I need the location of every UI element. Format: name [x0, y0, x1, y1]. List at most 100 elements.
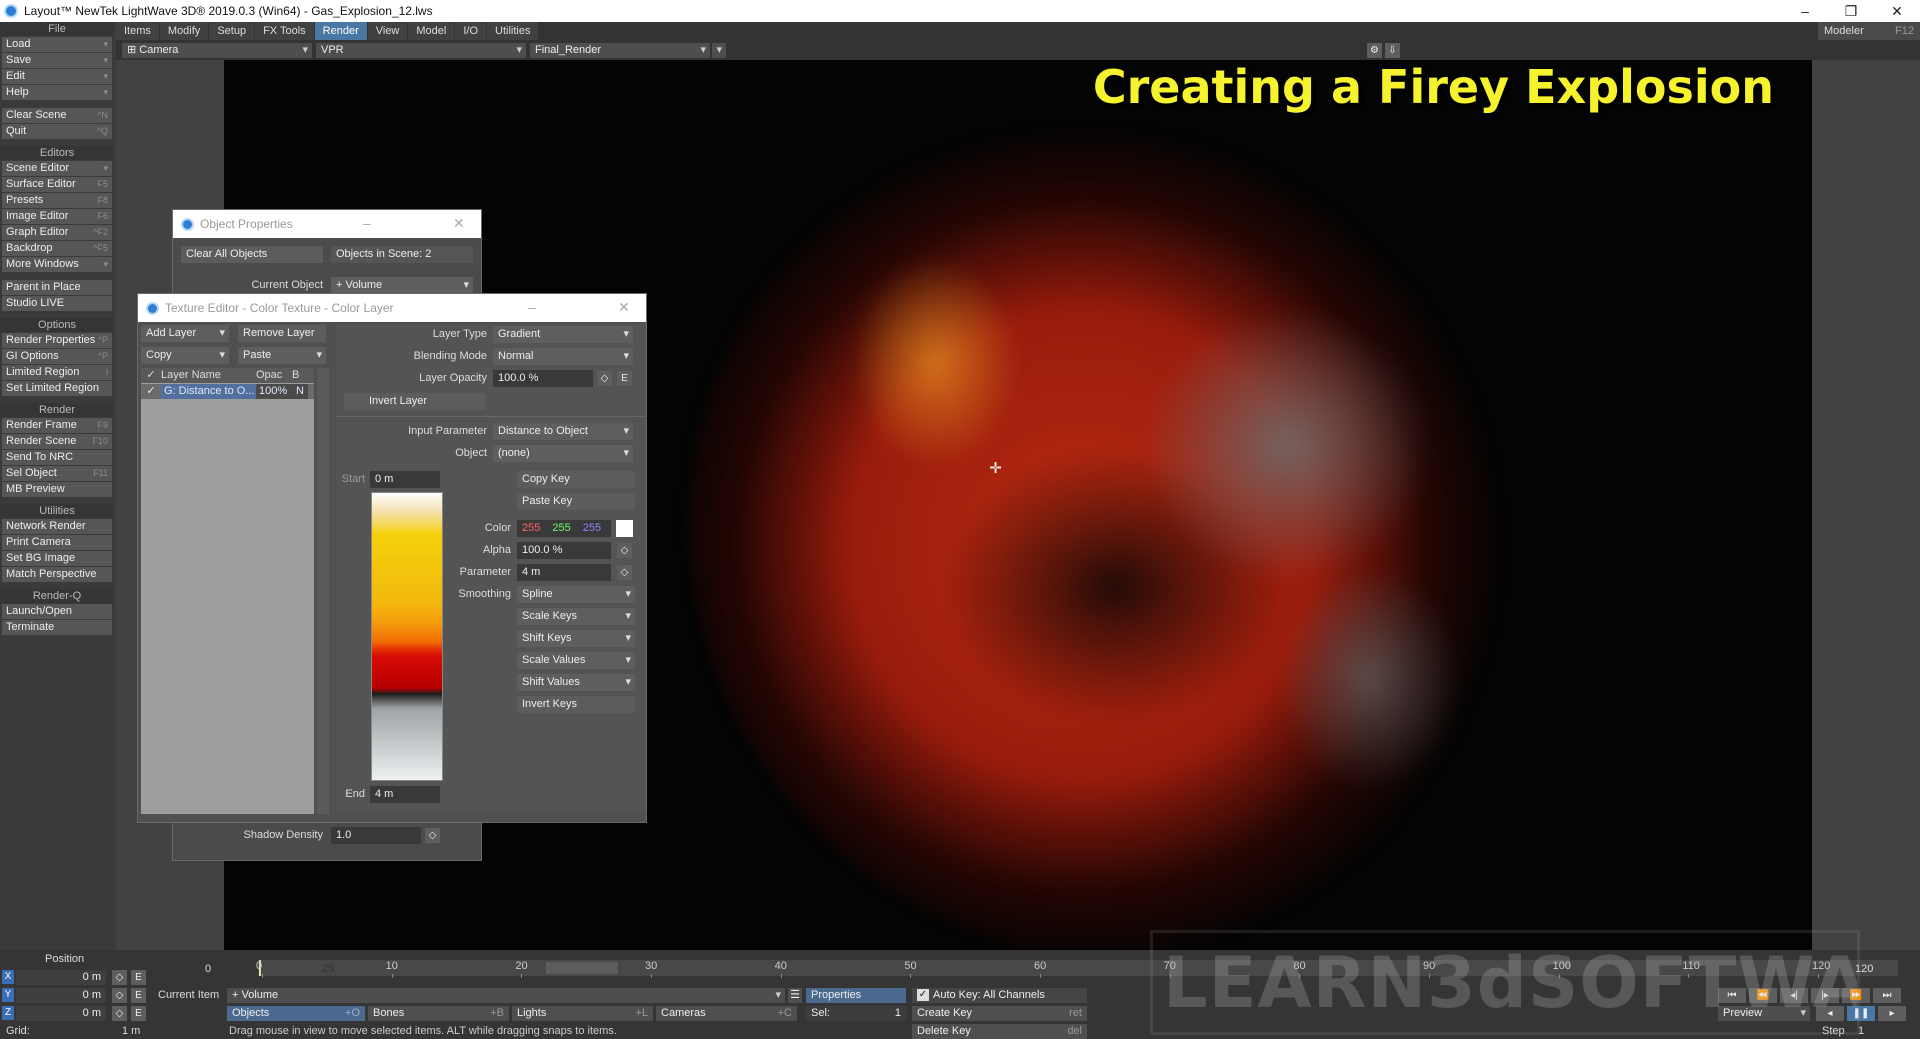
- clear-all-objects-button[interactable]: Clear All Objects: [181, 246, 323, 263]
- sidebar-item-parent-in-place[interactable]: Parent in Place: [2, 280, 112, 295]
- sidebar-item-render-properties[interactable]: Render Properties ^P: [2, 333, 112, 348]
- sidebar-item-print-camera[interactable]: Print Camera: [2, 535, 112, 550]
- sidebar-item-more-windows[interactable]: More Windows ▾: [2, 257, 112, 272]
- remove-layer-button[interactable]: Remove Layer: [238, 325, 326, 342]
- color-swatch[interactable]: [616, 520, 633, 537]
- add-layer-dropdown[interactable]: Add Layer: [141, 325, 229, 342]
- texture-editor-titlebar[interactable]: Texture Editor - Color Texture - Color L…: [138, 294, 646, 322]
- delete-key-button[interactable]: Delete Key del: [912, 1024, 1087, 1039]
- modeler-button[interactable]: Modeler F12: [1818, 22, 1920, 40]
- axis-z-field[interactable]: 0 m: [16, 1006, 106, 1021]
- table-row[interactable]: ✓ G: Distance to O... 100% N: [141, 384, 314, 399]
- minimize-icon[interactable]: –: [528, 299, 536, 315]
- current-item-dropdown[interactable]: + Volume: [227, 988, 785, 1003]
- sidebar-item-image-editor[interactable]: Image Editor F6: [2, 209, 112, 224]
- shift-values-button[interactable]: Shift Values: [517, 674, 635, 691]
- paste-key-button[interactable]: Paste Key: [517, 493, 635, 510]
- sidebar-item-gi-options[interactable]: GI Options ^P: [2, 349, 112, 364]
- envelope-e-button[interactable]: E: [131, 1006, 146, 1021]
- layer-opacity-field[interactable]: 100.0 %: [493, 370, 593, 387]
- current-object-dropdown[interactable]: + Volume: [331, 277, 473, 294]
- sidebar-item-match-perspective[interactable]: Match Perspective: [2, 567, 112, 582]
- copy-key-button[interactable]: Copy Key: [517, 471, 635, 488]
- axis-y-field[interactable]: 0 m: [16, 988, 106, 1003]
- bones-mode-button[interactable]: Bones +B: [368, 1006, 509, 1021]
- render-mode-dropdown[interactable]: VPR: [316, 42, 526, 58]
- color-field[interactable]: 255 255 255: [517, 520, 611, 537]
- axis-x-field[interactable]: 0 m: [16, 970, 106, 985]
- menu-fx-tools[interactable]: FX Tools: [255, 22, 314, 40]
- object-dropdown[interactable]: (none): [493, 445, 633, 462]
- menu-model[interactable]: Model: [408, 22, 455, 40]
- shadow-density-field[interactable]: 1.0: [331, 827, 421, 844]
- menu-setup[interactable]: Setup: [209, 22, 255, 40]
- sidebar-item-save[interactable]: Save ▾: [2, 53, 112, 68]
- envelope-icon[interactable]: ◇: [425, 828, 440, 843]
- sidebar-item-limited-region[interactable]: Limited Region l: [2, 365, 112, 380]
- envelope-icon[interactable]: ◇: [597, 371, 612, 386]
- end-field[interactable]: 4 m: [370, 786, 440, 803]
- close-button[interactable]: ✕: [1874, 0, 1920, 22]
- sidebar-item-sel-object[interactable]: Sel Object F11: [2, 466, 112, 481]
- alpha-field[interactable]: 100.0 %: [517, 542, 611, 559]
- minimize-button[interactable]: –: [1782, 0, 1828, 22]
- object-properties-titlebar[interactable]: Object Properties – ✕: [173, 210, 481, 238]
- view-type-dropdown[interactable]: ⊞ Camera: [122, 42, 312, 58]
- scale-keys-button[interactable]: Scale Keys: [517, 608, 635, 625]
- close-icon[interactable]: ✕: [453, 215, 465, 232]
- list-icon[interactable]: ☰: [788, 988, 802, 1003]
- layer-enabled-checkbox[interactable]: ✓: [141, 384, 161, 399]
- close-icon[interactable]: ✕: [618, 299, 630, 316]
- axis-x-toggle[interactable]: X: [2, 970, 14, 984]
- play-icon[interactable]: ▸: [1878, 1006, 1906, 1021]
- input-parameter-dropdown[interactable]: Distance to Object: [493, 423, 633, 440]
- sidebar-item-send-to-nrc[interactable]: Send To NRC: [2, 450, 112, 465]
- color-blue-value[interactable]: 255: [583, 520, 601, 537]
- envelope-e-button[interactable]: E: [617, 371, 632, 386]
- sidebar-item-presets[interactable]: Presets F8: [2, 193, 112, 208]
- sidebar-item-load[interactable]: Load ▾: [2, 37, 112, 52]
- layer-list[interactable]: ✓ Layer Name Opac B ✓ G: Distance to O..…: [141, 368, 314, 814]
- start-field[interactable]: 0 m: [370, 471, 440, 488]
- blending-mode-dropdown[interactable]: Normal: [493, 348, 633, 365]
- envelope-e-button[interactable]: E: [131, 988, 146, 1003]
- sidebar-item-mb-preview[interactable]: MB Preview: [2, 482, 112, 497]
- envelope-icon[interactable]: ◇: [617, 565, 632, 580]
- auto-key-checkbox[interactable]: ✓: [917, 989, 929, 1002]
- go-to-end-icon[interactable]: ⏭: [1873, 988, 1901, 1003]
- axis-y-toggle[interactable]: Y: [2, 988, 14, 1002]
- color-green-value[interactable]: 255: [552, 520, 570, 537]
- layer-list-scrollbar[interactable]: [317, 368, 329, 814]
- gear-icon[interactable]: ⚙: [1367, 43, 1382, 58]
- paste-dropdown[interactable]: Paste: [238, 347, 326, 364]
- properties-button[interactable]: Properties: [806, 988, 906, 1003]
- sidebar-item-help[interactable]: Help ▾: [2, 85, 112, 100]
- sidebar-item-network-render[interactable]: Network Render: [2, 519, 112, 534]
- save-render-icon[interactable]: ⇩: [1385, 43, 1400, 58]
- axis-z-toggle[interactable]: Z: [2, 1006, 14, 1020]
- copy-dropdown[interactable]: Copy: [141, 347, 229, 364]
- scale-values-button[interactable]: Scale Values: [517, 652, 635, 669]
- envelope-icon[interactable]: ◇: [112, 970, 127, 985]
- menu-view[interactable]: View: [367, 22, 408, 40]
- sidebar-item-launch-open[interactable]: Launch/Open: [2, 604, 112, 619]
- sidebar-item-render-scene[interactable]: Render Scene F10: [2, 434, 112, 449]
- envelope-icon[interactable]: ◇: [112, 1006, 127, 1021]
- maximize-button[interactable]: ❐: [1828, 0, 1874, 22]
- sidebar-item-edit[interactable]: Edit ▾: [2, 69, 112, 84]
- sidebar-item-graph-editor[interactable]: Graph Editor ^F2: [2, 225, 112, 240]
- envelope-icon[interactable]: ◇: [617, 543, 632, 558]
- parameter-field[interactable]: 4 m: [517, 564, 611, 581]
- invert-keys-button[interactable]: Invert Keys: [517, 696, 635, 713]
- sidebar-item-scene-editor[interactable]: Scene Editor ▾: [2, 161, 112, 176]
- sidebar-item-quit[interactable]: Quit ^Q: [2, 124, 112, 139]
- menu-render[interactable]: Render: [314, 22, 367, 40]
- menu-utilities[interactable]: Utilities: [487, 22, 539, 40]
- lights-mode-button[interactable]: Lights +L: [512, 1006, 653, 1021]
- sidebar-item-terminate[interactable]: Terminate: [2, 620, 112, 635]
- sidebar-item-clear-scene[interactable]: Clear Scene ^N: [2, 108, 112, 123]
- envelope-icon[interactable]: ◇: [112, 988, 127, 1003]
- viewport-options-dropdown[interactable]: [712, 42, 726, 58]
- objects-mode-button[interactable]: Objects +O: [227, 1006, 365, 1021]
- sidebar-item-backdrop[interactable]: Backdrop ^F5: [2, 241, 112, 256]
